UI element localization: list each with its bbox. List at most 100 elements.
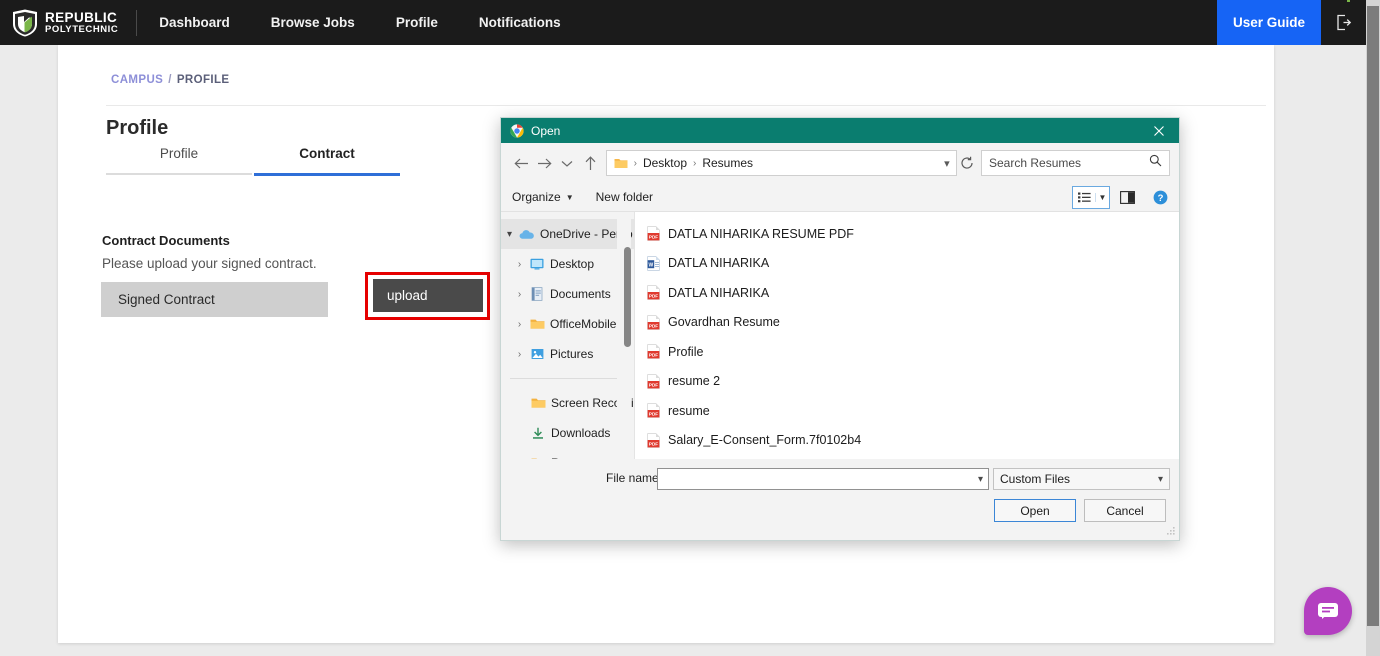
file-open-dialog: Open › Desktop › Resumes ▾ Search Resume…	[500, 117, 1180, 541]
profile-tabs: Profile Contract	[106, 146, 454, 176]
recent-locations-button[interactable]	[556, 149, 579, 177]
help-button[interactable]: ?	[1148, 186, 1172, 209]
svg-text:PDF: PDF	[649, 323, 658, 328]
tab-contract[interactable]: Contract	[254, 146, 400, 173]
tree-item-downloads[interactable]: Downloads	[501, 418, 635, 448]
tab-profile[interactable]: Profile	[106, 146, 252, 173]
refresh-button[interactable]	[957, 149, 978, 177]
forward-button[interactable]	[533, 149, 556, 177]
resize-grip-icon[interactable]	[1166, 526, 1176, 536]
list-view-icon	[1077, 192, 1091, 202]
cancel-button[interactable]: Cancel	[1084, 499, 1166, 522]
dialog-navigation-row: › Desktop › Resumes ▾ Search Resumes	[501, 143, 1179, 183]
file-name-input[interactable]	[663, 472, 978, 486]
dialog-footer: File name: ▾ Custom Files ▾ Open Cancel	[501, 459, 1179, 538]
file-name: Salary_E-Consent_Form.7f0102b4	[668, 433, 862, 448]
address-separator-2: ›	[693, 157, 697, 169]
search-box[interactable]: Search Resumes	[981, 150, 1170, 176]
file-list-item[interactable]: PDF DATLA NIHARIKA RESUME PDF	[635, 219, 1179, 249]
file-list-item[interactable]: W DATLA NIHARIKA	[635, 249, 1179, 279]
file-list-item[interactable]: PDF Govardhan Resume	[635, 308, 1179, 338]
dialog-close-button[interactable]	[1139, 118, 1179, 143]
address-crumb-resumes[interactable]: Resumes	[702, 156, 753, 170]
dialog-title: Open	[531, 123, 561, 138]
user-guide-button[interactable]: User Guide	[1216, 0, 1321, 45]
sidebar-border	[634, 212, 635, 459]
arrow-left-icon	[514, 158, 528, 168]
sidebar-scrollbar-thumb[interactable]	[624, 247, 631, 347]
dialog-toolbar: Organize ▼ New folder ▼ ?	[501, 183, 1179, 212]
open-button[interactable]: Open	[994, 499, 1076, 522]
organize-menu[interactable]: Organize ▼	[512, 190, 574, 204]
downloads-icon	[529, 427, 547, 440]
svg-text:W: W	[649, 262, 654, 268]
file-type-dropdown[interactable]: Custom Files ▾	[993, 468, 1170, 490]
shield-icon	[13, 9, 37, 36]
chevron-right-icon[interactable]: ›	[511, 319, 528, 330]
chevron-down-icon[interactable]: ▾	[501, 229, 518, 240]
dialog-title-bar[interactable]: Open	[501, 118, 1179, 143]
desktop-icon	[528, 258, 546, 270]
preview-pane-icon	[1119, 190, 1135, 204]
close-icon	[1154, 125, 1164, 136]
address-chevron-down-icon[interactable]: ▾	[944, 157, 950, 170]
back-button[interactable]	[510, 149, 533, 177]
chat-widget-button[interactable]	[1304, 587, 1352, 635]
tree-item-desktop[interactable]: › Desktop	[501, 249, 635, 279]
tree-item-pictures[interactable]: › Pictures	[501, 339, 635, 369]
nav-item-browse-jobs[interactable]: Browse Jobs	[271, 15, 355, 30]
tree-item-documents[interactable]: › Documents	[501, 279, 635, 309]
file-list-item[interactable]: PDF resume 2	[635, 367, 1179, 397]
file-name: resume	[668, 403, 710, 418]
tree-item-officemobile[interactable]: › OfficeMobile	[501, 309, 635, 339]
address-bar[interactable]: › Desktop › Resumes ▾	[605, 150, 957, 176]
file-list-item[interactable]: PDF Profile	[635, 337, 1179, 367]
page-scrollbar[interactable]	[1366, 0, 1380, 656]
tree-item-label: Pictures	[550, 347, 594, 361]
tree-item-label: Documents	[550, 287, 611, 301]
chevron-down-icon[interactable]: ▾	[978, 474, 983, 485]
search-input[interactable]: Search Resumes	[989, 156, 1081, 170]
tab-indicator-row	[106, 173, 454, 176]
up-one-level-button[interactable]	[579, 149, 602, 177]
refresh-icon	[961, 156, 973, 169]
file-list-item[interactable]: PDF resume	[635, 396, 1179, 426]
address-separator-1: ›	[633, 157, 637, 169]
tab-indicator-active	[254, 173, 400, 176]
file-type-value: Custom Files	[1000, 472, 1071, 486]
pdf-icon: PDF	[647, 374, 660, 389]
logout-button[interactable]	[1321, 0, 1366, 45]
chrome-icon	[510, 123, 524, 138]
file-name: DATLA NIHARIKA	[668, 256, 770, 271]
documents-icon	[528, 287, 546, 301]
organize-label: Organize	[512, 190, 561, 204]
nav-item-profile[interactable]: Profile	[396, 15, 438, 30]
nav-item-notifications[interactable]: Notifications	[479, 15, 561, 30]
new-folder-button[interactable]: New folder	[596, 190, 653, 204]
brand-logo[interactable]: REPUBLIC POLYTECHNIC	[0, 0, 1350, 45]
file-list: PDF DATLA NIHARIKA RESUME PDF W DATLA NI…	[635, 212, 1179, 459]
list-view-button[interactable]	[1073, 192, 1095, 203]
address-crumb-desktop[interactable]: Desktop	[643, 156, 687, 170]
chevron-right-icon[interactable]: ›	[511, 349, 528, 360]
upload-button[interactable]: upload	[373, 279, 483, 312]
help-icon: ?	[1153, 190, 1167, 204]
tree-item-screen-recordings[interactable]: Screen Recordin	[501, 388, 635, 418]
logo-line-1: REPUBLIC	[45, 9, 118, 25]
svg-text:PDF: PDF	[649, 412, 658, 417]
file-name-field[interactable]: ▾	[657, 468, 989, 490]
breadcrumb-campus[interactable]: CAMPUS	[111, 74, 163, 86]
nav-item-dashboard[interactable]: Dashboard	[159, 15, 230, 30]
chevron-right-icon[interactable]: ›	[511, 289, 528, 300]
view-dropdown-button[interactable]: ▼	[1095, 192, 1109, 202]
preview-pane-button[interactable]	[1115, 186, 1139, 209]
file-list-item[interactable]: PDF Salary_E-Consent_Form.7f0102b4	[635, 426, 1179, 456]
page-scrollbar-thumb[interactable]	[1367, 6, 1379, 626]
tree-item-onedrive[interactable]: ▾ OneDrive - Perso	[501, 219, 635, 249]
page-title: Profile	[106, 117, 169, 139]
folder-icon	[614, 159, 628, 168]
word-icon: W	[647, 256, 660, 271]
chevron-right-icon[interactable]: ›	[511, 259, 528, 270]
file-list-item[interactable]: PDF DATLA NIHARIKA	[635, 278, 1179, 308]
chat-bubble-icon	[1318, 603, 1338, 619]
